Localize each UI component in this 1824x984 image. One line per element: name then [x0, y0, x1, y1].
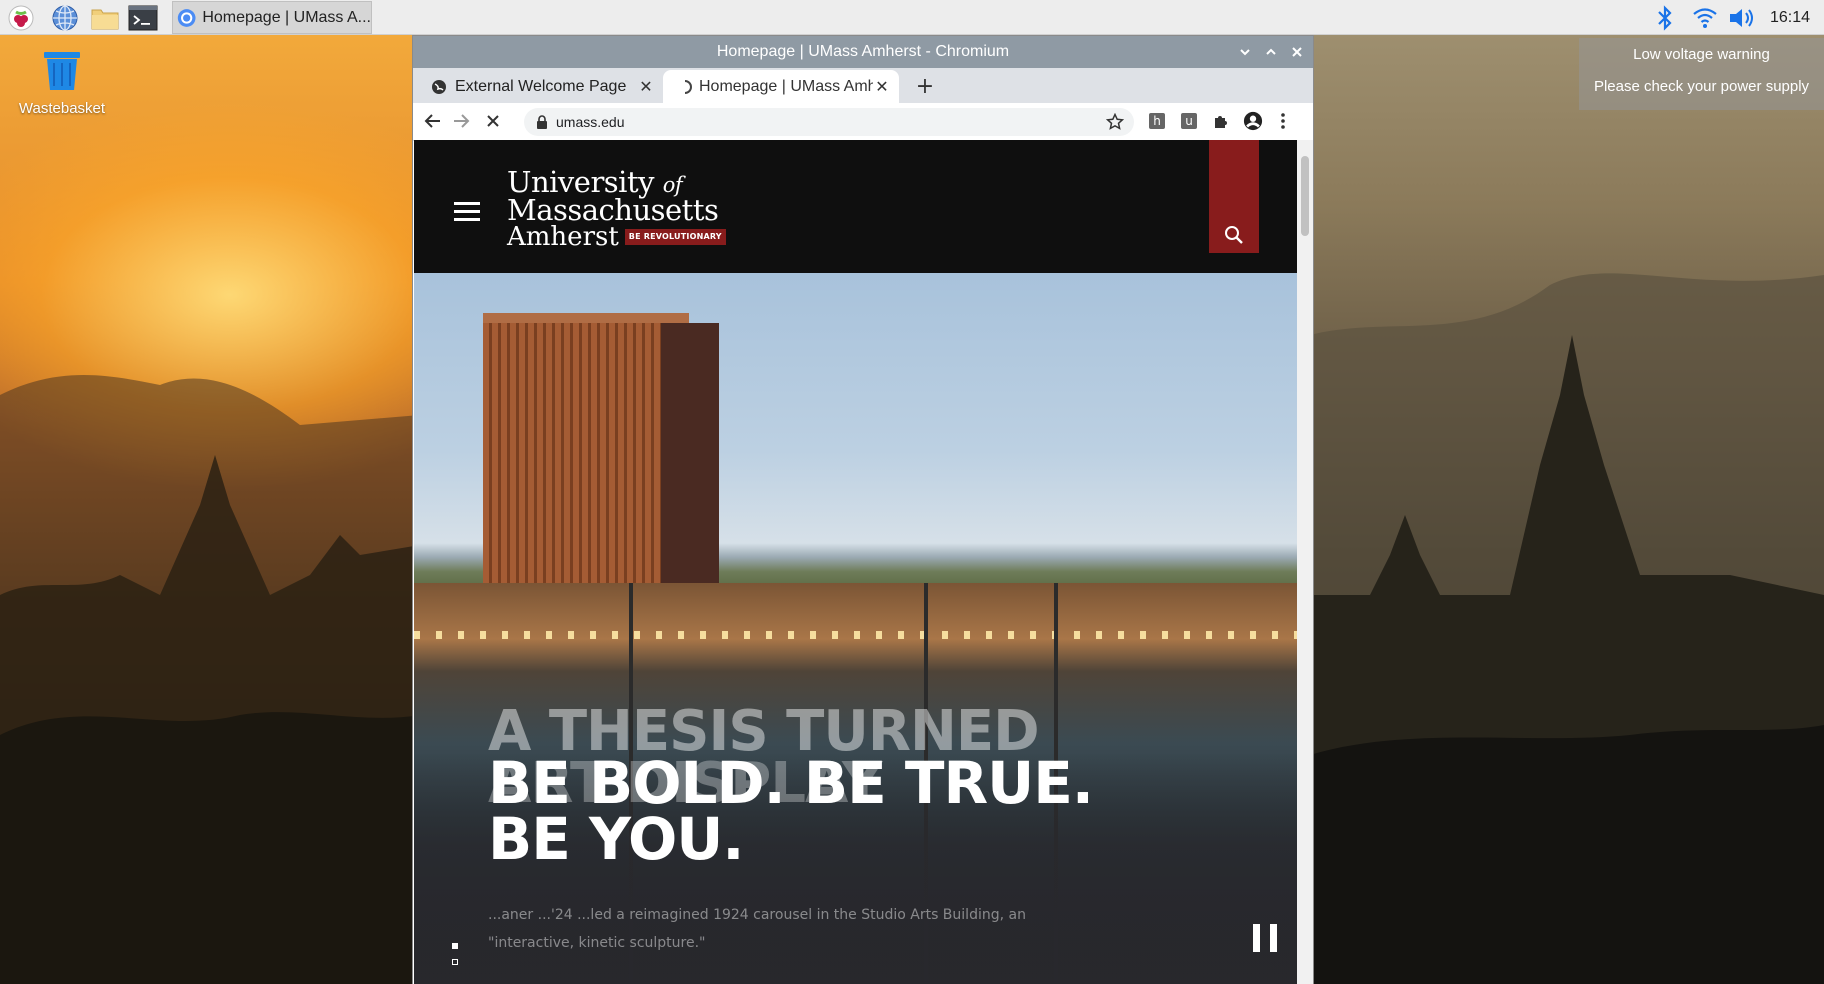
- logo-massachusetts: Massachusetts: [507, 193, 719, 227]
- page-viewport: University of Massachusetts Amherst BE RE…: [414, 140, 1297, 984]
- hero-headline-line1: BE BOLD. BE TRUE.: [488, 749, 1094, 817]
- browser-toolbar: umass.edu h u: [413, 103, 1313, 141]
- trash-icon: [44, 52, 80, 90]
- bluetooth-icon[interactable]: [1656, 0, 1674, 35]
- taskbar-task-label: Homepage | UMass A...: [202, 8, 371, 26]
- chromium-window: Homepage | UMass Amherst - Chromium Exte…: [413, 36, 1313, 984]
- tab-label: External Welcome Page: [455, 77, 627, 95]
- hamburger-menu-icon[interactable]: [454, 202, 480, 222]
- forward-button[interactable]: [447, 107, 475, 135]
- scrollbar-thumb[interactable]: [1301, 156, 1309, 236]
- file-manager-icon[interactable]: [90, 3, 120, 32]
- slide-dot[interactable]: [452, 959, 458, 965]
- close-icon: [487, 115, 499, 127]
- slide-dot-active[interactable]: [452, 943, 458, 949]
- web-browser-icon[interactable]: [50, 3, 80, 32]
- volume-icon[interactable]: [1728, 0, 1758, 35]
- ublock-extension-icon[interactable]: u: [1179, 111, 1199, 131]
- slide-description: ...aner ...'24 ...led a reimagined 1924 …: [488, 907, 1026, 951]
- logo-amherst: Amherst: [507, 222, 619, 252]
- hero-headline-line2: BE YOU.: [488, 805, 744, 873]
- tab-label: Homepage | UMass Amh: [699, 77, 873, 95]
- tab-strip: External Welcome Page ✕ Homepage | UMass…: [413, 68, 1313, 103]
- taskbar-task-chromium[interactable]: Homepage | UMass A...: [172, 1, 372, 34]
- hero-headline: BE BOLD. BE TRUE. BE YOU.: [488, 749, 1094, 873]
- maximize-icon[interactable]: [1261, 36, 1281, 68]
- notification-title: Low voltage warning: [1633, 46, 1770, 63]
- slide-pager: [452, 943, 458, 975]
- hero-image-library-tower: [483, 313, 719, 583]
- address-bar-url: umass.edu: [556, 114, 625, 130]
- address-bar[interactable]: umass.edu: [524, 108, 1134, 136]
- terminal-icon[interactable]: [128, 3, 158, 32]
- umass-logo[interactable]: University of Massachusetts Amherst BE RE…: [507, 168, 726, 250]
- hypothesis-extension-icon[interactable]: h: [1147, 111, 1167, 131]
- taskbar: Homepage | UMass A... 16:14: [0, 0, 1824, 35]
- window-title: Homepage | UMass Amherst - Chromium: [716, 43, 1010, 60]
- logo-be-revolutionary-badge: BE REVOLUTIONARY: [624, 229, 726, 245]
- taskbar-clock[interactable]: 16:14: [1770, 0, 1810, 35]
- raspberry-menu-icon[interactable]: [6, 3, 36, 32]
- window-titlebar[interactable]: Homepage | UMass Amherst - Chromium: [413, 36, 1313, 68]
- notification-message: Please check your power supply: [1593, 78, 1810, 95]
- tab-external-welcome[interactable]: External Welcome Page ✕: [417, 70, 663, 103]
- browser-menu-icon[interactable]: [1273, 111, 1293, 131]
- carousel-lights: [414, 631, 1297, 639]
- low-voltage-notification[interactable]: Low voltage warning Please check your po…: [1579, 38, 1824, 110]
- stop-loading-button[interactable]: [479, 107, 507, 135]
- globe-favicon-icon: [432, 79, 446, 94]
- bookmark-star-icon[interactable]: [1106, 113, 1124, 131]
- minimize-icon[interactable]: [1235, 36, 1255, 68]
- desktop-silhouette-left: [0, 375, 420, 984]
- close-window-icon[interactable]: [1287, 36, 1307, 68]
- wifi-icon[interactable]: [1692, 0, 1718, 35]
- tab-close-icon[interactable]: ✕: [637, 77, 655, 97]
- tab-homepage-umass[interactable]: Homepage | UMass Amh ✕: [663, 70, 899, 103]
- umass-site-header: University of Massachusetts Amherst BE RE…: [414, 140, 1297, 273]
- page-scrollbar[interactable]: [1297, 140, 1313, 984]
- tab-close-icon[interactable]: ✕: [873, 77, 891, 97]
- extensions-puzzle-icon[interactable]: [1211, 111, 1231, 131]
- wastebasket-desktop-icon[interactable]: Wastebasket: [14, 48, 110, 117]
- wastebasket-label: Wastebasket: [18, 100, 106, 117]
- desktop-silhouette-right: [1310, 273, 1824, 984]
- new-tab-button[interactable]: +: [909, 70, 941, 102]
- lock-icon: [537, 115, 547, 129]
- loading-spinner-icon: [684, 79, 692, 94]
- pause-slideshow-button[interactable]: [1253, 924, 1277, 952]
- search-icon: [1225, 226, 1243, 244]
- arrow-right-icon: [454, 114, 470, 128]
- back-button[interactable]: [419, 107, 447, 135]
- arrow-left-icon: [424, 114, 440, 128]
- profile-avatar-icon[interactable]: [1243, 111, 1263, 131]
- tower-roof: [483, 313, 689, 323]
- chromium-icon: [177, 8, 196, 27]
- site-search-button[interactable]: [1209, 140, 1259, 253]
- hero-slideshow: A THESIS TURNED ART DISPLAY ...aner ...'…: [414, 273, 1297, 984]
